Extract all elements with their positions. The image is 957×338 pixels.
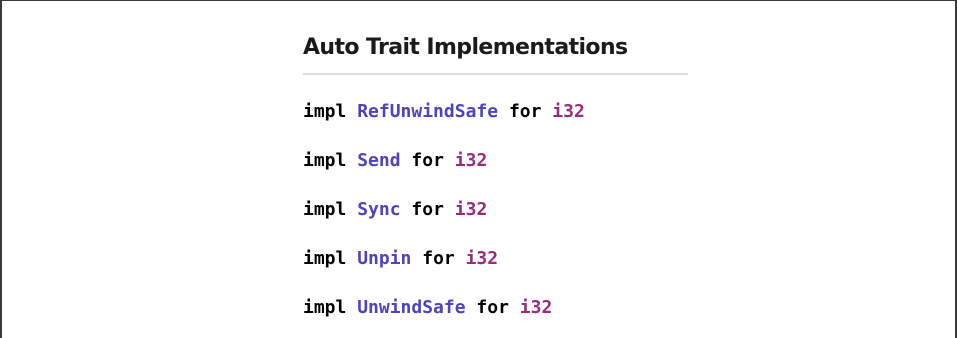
for-keyword: for xyxy=(411,150,444,171)
impl-keyword: impl xyxy=(303,297,347,318)
impl-keyword: impl xyxy=(303,150,347,171)
trait-link-unpin[interactable]: Unpin xyxy=(357,248,411,269)
impl-unwind-safe: impl UnwindSafe for i32 xyxy=(303,294,585,338)
for-keyword: for xyxy=(422,248,455,269)
primitive-link-i32[interactable]: i32 xyxy=(520,297,553,318)
trait-link-refunwindsafe[interactable]: RefUnwindSafe xyxy=(357,101,498,122)
impl-sync: impl Sync for i32 xyxy=(303,196,585,245)
heading-divider xyxy=(303,73,688,75)
docs-page-frame: Auto Trait Implementations impl RefUnwin… xyxy=(0,0,957,338)
primitive-link-i32[interactable]: i32 xyxy=(552,101,585,122)
impl-keyword: impl xyxy=(303,199,347,220)
primitive-link-i32[interactable]: i32 xyxy=(455,199,488,220)
trait-link-send[interactable]: Send xyxy=(357,150,400,171)
impl-ref-unwind-safe: impl RefUnwindSafe for i32 xyxy=(303,98,585,147)
impl-keyword: impl xyxy=(303,248,347,269)
trait-link-unwindsafe[interactable]: UnwindSafe xyxy=(357,297,465,318)
trait-link-sync[interactable]: Sync xyxy=(357,199,400,220)
primitive-link-i32[interactable]: i32 xyxy=(466,248,499,269)
for-keyword: for xyxy=(508,101,542,122)
impl-send: impl Send for i32 xyxy=(303,147,585,196)
auto-trait-implementations-section: Auto Trait Implementations impl RefUnwin… xyxy=(303,31,688,318)
for-keyword: for xyxy=(411,199,444,220)
primitive-link-i32[interactable]: i32 xyxy=(455,150,488,171)
for-keyword: for xyxy=(476,297,509,318)
impl-unpin: impl Unpin for i32 xyxy=(303,245,585,294)
section-heading[interactable]: Auto Trait Implementations xyxy=(303,31,688,65)
impl-keyword: impl xyxy=(303,101,347,122)
impl-list: impl RefUnwindSafe for i32 impl Send for… xyxy=(303,98,585,338)
